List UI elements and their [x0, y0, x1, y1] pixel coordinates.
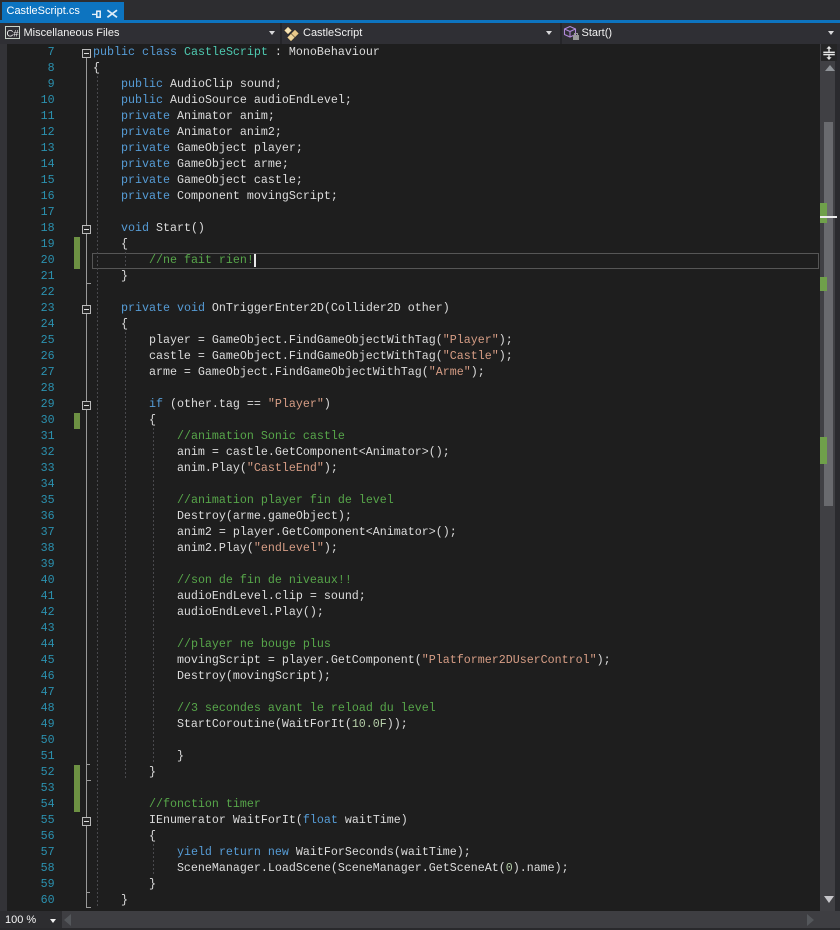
svg-text:C#: C#	[7, 29, 20, 40]
